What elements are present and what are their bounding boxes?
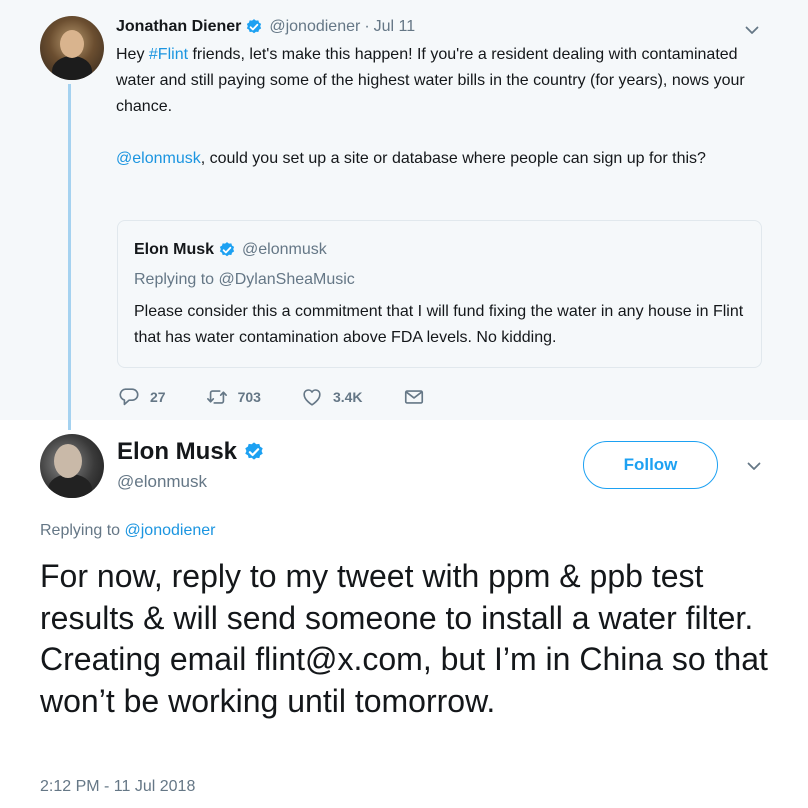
separator-dot: · — [364, 18, 370, 35]
parent-tweet-text: Hey #Flint friends, let's make this happ… — [116, 42, 756, 172]
replying-to-handle: @DylanSheaMusic — [218, 271, 355, 288]
mention-link[interactable]: @elonmusk — [116, 150, 201, 167]
avatar-jonathan-diener[interactable] — [40, 16, 104, 80]
verified-badge-icon — [245, 18, 263, 36]
replying-prefix: Replying to — [134, 271, 219, 288]
replying-prefix: Replying to — [40, 522, 125, 539]
like-action[interactable]: 3.4K — [301, 386, 363, 408]
retweet-icon — [206, 390, 227, 404]
verified-badge-icon — [218, 241, 236, 259]
chevron-down-icon[interactable] — [744, 22, 760, 38]
retweet-count: 703 — [237, 389, 261, 405]
reply-count: 27 — [150, 389, 166, 405]
direct-message-icon — [404, 390, 423, 404]
follow-button[interactable]: Follow — [583, 441, 718, 489]
main-tweet-author: Elon Musk — [117, 438, 265, 466]
like-count: 3.4K — [332, 389, 363, 405]
hashtag-link[interactable]: #Flint — [149, 46, 188, 63]
quoted-tweet[interactable]: Elon Musk @elonmusk Replying to @DylanSh… — [117, 220, 762, 368]
avatar-face — [54, 444, 82, 478]
reply-action[interactable]: 27 — [118, 386, 166, 408]
quoted-replying-to: Replying to @DylanSheaMusic — [134, 271, 355, 289]
parent-tweet-actions: 27 703 3.4K — [118, 384, 435, 410]
main-replying-to: Replying to @jonodiener — [40, 522, 215, 540]
parent-tweet[interactable]: Jonathan Diener @jonodiener · Jul 11 Hey… — [0, 0, 808, 430]
replying-to-link[interactable]: @jonodiener — [125, 522, 216, 539]
verified-badge-icon — [243, 441, 265, 463]
text-segment: Hey — [116, 46, 149, 63]
parent-tweet-header: Jonathan Diener @jonodiener · Jul 11 — [116, 16, 415, 38]
like-icon — [303, 389, 321, 406]
quoted-author-handle: @elonmusk — [242, 241, 327, 258]
parent-author-name[interactable]: Jonathan Diener — [116, 18, 241, 36]
direct-message-action[interactable] — [403, 386, 435, 408]
text-segment: , could you set up a site or database wh… — [200, 150, 706, 167]
main-author-name[interactable]: Elon Musk — [117, 438, 237, 466]
thread-line — [68, 84, 71, 430]
parent-author-handle[interactable]: @jonodiener — [269, 18, 360, 36]
chevron-down-icon[interactable] — [746, 458, 762, 474]
quoted-author-name: Elon Musk — [134, 241, 215, 258]
avatar-shirt — [52, 56, 92, 80]
retweet-action[interactable]: 703 — [206, 386, 261, 408]
tweet-timestamp[interactable]: 2:12 PM - 11 Jul 2018 — [40, 778, 195, 796]
main-author-handle[interactable]: @elonmusk — [117, 472, 207, 492]
main-tweet-text: For now, reply to my tweet with ppm & pp… — [40, 558, 768, 719]
quoted-tweet-header: Elon Musk @elonmusk — [134, 239, 327, 261]
parent-tweet-date[interactable]: Jul 11 — [374, 18, 416, 36]
avatar-elon-musk[interactable] — [40, 434, 104, 498]
reply-icon — [119, 388, 139, 406]
avatar-face — [60, 30, 84, 58]
text-segment: friends, let's make this happen! If you'… — [116, 46, 745, 115]
quoted-tweet-text: Please consider this a commitment that I… — [134, 303, 744, 346]
